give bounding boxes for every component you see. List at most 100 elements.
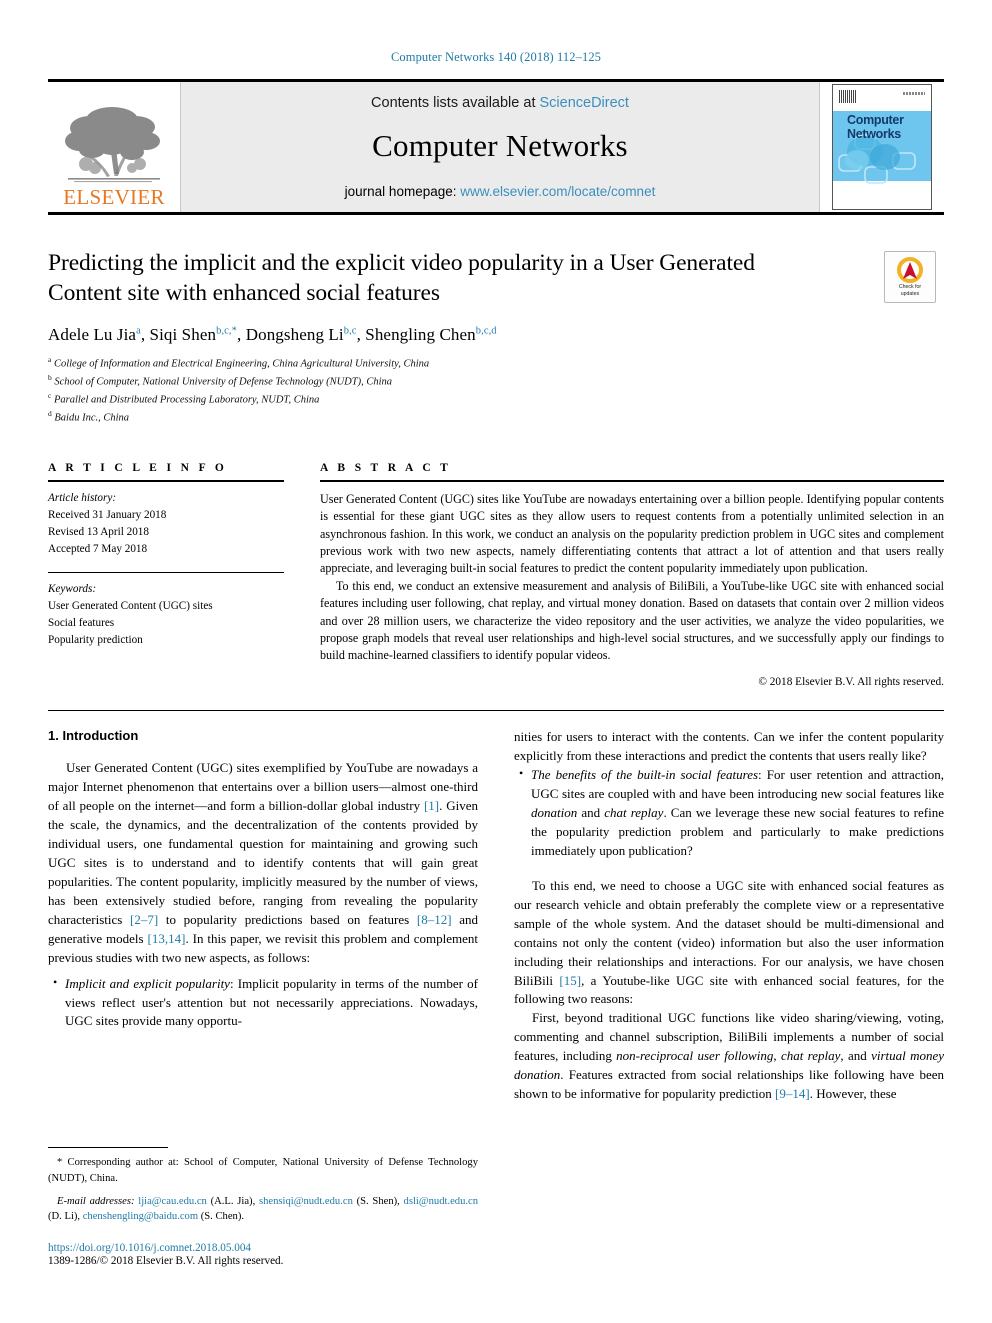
cover-barcode-icon (839, 90, 856, 103)
running-head: Computer Networks 140 (2018) 112–125 (390, 50, 602, 64)
issn-copyright-line: 1389-1286/© 2018 Elsevier B.V. All right… (48, 1255, 284, 1267)
citation-ref[interactable]: [13,14] (148, 931, 186, 946)
affiliation-item: d Baidu Inc., China (48, 408, 130, 424)
keyword-item: Popularity prediction (48, 633, 143, 646)
article-info-rule (48, 479, 284, 482)
cover-title-line1: Computer (847, 113, 904, 127)
crossmark-icon (897, 257, 923, 283)
email-footnote: E-mail addresses: ljia@cau.edu.cn (A.L. … (48, 1195, 479, 1223)
title-block: Predicting the implicit and the explicit… (48, 249, 944, 426)
citation-ref[interactable]: [1] (424, 798, 439, 813)
journal-band: Contents lists available at ScienceDirec… (180, 82, 820, 212)
intro-bullet-list-2: The benefits of the built-in social feat… (514, 765, 944, 861)
author-2: Dongsheng Lib,c (245, 324, 357, 344)
homepage-prefix: journal homepage: (344, 184, 461, 199)
keywords-block: Keywords: User Generated Content (UGC) s… (48, 581, 284, 649)
citation-ref[interactable]: [2–7] (130, 912, 158, 927)
affiliation-list: a College of Information and Electrical … (48, 354, 834, 426)
keywords-rule (48, 571, 284, 573)
abstract-paragraph: To this end, we conduct an extensive mea… (320, 578, 944, 663)
citation-ref[interactable]: [9–14] (775, 1086, 810, 1101)
affiliation-item: c Parallel and Distributed Processing La… (48, 390, 320, 406)
article-info-heading: A R T I C L E I N F O (48, 461, 228, 474)
info-abstract-section: A R T I C L E I N F O Article history: R… (48, 462, 944, 688)
masthead-bottom-rule (48, 212, 944, 215)
contents-available-line: Contents lists available at ScienceDirec… (371, 95, 629, 111)
citation-ref[interactable]: [8–12] (417, 912, 452, 927)
bullet-lead: The benefits of the built-in social feat… (531, 766, 759, 782)
journal-cover-thumbnail: Computer Networks (820, 82, 944, 212)
history-item: Revised 13 April 2018 (48, 525, 149, 538)
keyword-item: User Generated Content (UGC) sites (48, 599, 213, 612)
email-address[interactable]: shensiqi@nudt.edu.cn (259, 1196, 353, 1207)
author-0: Adele Lu Jiaa (48, 324, 141, 344)
author-list: Adele Lu Jiaa, Siqi Shenb,c,*, Dongsheng… (48, 324, 497, 344)
cover-title: Computer Networks (847, 113, 904, 142)
email-address[interactable]: chenshengling@baidu.com (83, 1211, 198, 1222)
footnote-rule (48, 1147, 168, 1149)
intro-paragraph-2: To this end, we need to choose a UGC sit… (514, 877, 945, 1007)
cover-title-line2: Networks (847, 126, 901, 141)
citation-ref[interactable]: [15] (559, 973, 581, 988)
bullet-lead: Implicit and explicit popularity (65, 975, 230, 991)
journal-homepage-line: journal homepage: www.elsevier.com/locat… (345, 184, 656, 199)
author-2-affil-mark: b,c (343, 325, 357, 337)
body-right-column: nities for users to interact with the co… (514, 728, 944, 1233)
cover-image: Computer Networks (832, 84, 932, 210)
affiliation-item: a College of Information and Electrical … (48, 354, 430, 370)
crossmark-label: Check for updates (898, 284, 922, 297)
intro-paragraph-1: User Generated Content (UGC) sites exemp… (48, 759, 478, 965)
intro-continuation: nities for users to interact with the co… (514, 728, 944, 763)
email-person: (A.L. Jia) (210, 1195, 253, 1207)
abstract-body: User Generated Content (UGC) sites like … (320, 491, 944, 665)
page-footer: https://doi.org/10.1016/j.comnet.2018.05… (48, 1242, 478, 1267)
email-address[interactable]: ljia@cau.edu.cn (138, 1196, 207, 1207)
abstract-paragraph: User Generated Content (UGC) sites like … (320, 491, 944, 576)
abstract-column: A B S T R A C T User Generated Content (… (320, 462, 944, 688)
list-item: The benefits of the built-in social feat… (519, 765, 944, 861)
crossmark-badge[interactable]: Check for updates (884, 251, 936, 303)
journal-masthead: ELSEVIER Contents lists available at Sci… (48, 79, 944, 212)
elsevier-logo: ELSEVIER (48, 82, 180, 212)
doi-link[interactable]: https://doi.org/10.1016/j.comnet.2018.05… (48, 1242, 478, 1254)
email-address[interactable]: dsli@nudt.edu.cn (404, 1196, 479, 1207)
affiliation-item: b School of Computer, National Universit… (48, 372, 393, 388)
journal-title: Computer Networks (372, 128, 628, 163)
history-item: Accepted 7 May 2018 (48, 542, 148, 555)
keywords-label: Keywords: (48, 582, 97, 595)
author-1-affil-mark: b,c,* (216, 325, 238, 337)
paper-page: Computer Networks 140 (2018) 112–125 ELS… (0, 0, 992, 1323)
author-3-affil-mark: b,c,d (475, 325, 497, 337)
elsevier-tree-icon (65, 107, 160, 183)
corresponding-author-footnote: * Corresponding author at: School of Com… (48, 1157, 478, 1184)
journal-homepage-link[interactable]: www.elsevier.com/locate/comnet (460, 184, 655, 199)
article-history: Article history: Received 31 January 201… (48, 490, 284, 558)
email-label: E-mail addresses: (57, 1195, 135, 1207)
sciencedirect-link[interactable]: ScienceDirect (540, 95, 629, 111)
page-title: Predicting the implicit and the explicit… (48, 250, 755, 306)
body-columns: 1. Introduction User Generated Content (… (48, 728, 944, 1233)
footnote-block: * Corresponding author at: School of Com… (48, 1147, 478, 1233)
article-history-label: Article history: (48, 491, 117, 504)
elsevier-wordmark: ELSEVIER (63, 185, 165, 209)
body-left-column: 1. Introduction User Generated Content (… (48, 728, 478, 1233)
email-person: (S. Chen) (200, 1211, 242, 1223)
email-person: (D. Li) (48, 1211, 78, 1223)
abstract-copyright: © 2018 Elsevier B.V. All rights reserved… (758, 675, 944, 688)
cover-tiny-text (903, 92, 925, 95)
contents-prefix: Contents lists available at (371, 95, 540, 111)
intro-bullet-list: Implicit and explicit popularity: Implic… (48, 974, 478, 1032)
history-item: Received 31 January 2018 (48, 508, 167, 521)
author-1: Siqi Shenb,c,* (149, 324, 238, 344)
intro-paragraph-3: First, beyond traditional UGC functions … (514, 1010, 945, 1102)
author-0-affil-mark: a (136, 325, 141, 337)
email-person: (S. Shen) (356, 1195, 398, 1207)
keyword-item: Social features (48, 616, 115, 629)
list-item: Implicit and explicit popularity: Implic… (53, 974, 478, 1032)
article-info-column: A R T I C L E I N F O Article history: R… (48, 462, 284, 688)
author-3: Shengling Chenb,c,d (365, 324, 497, 344)
body-top-rule (48, 709, 944, 711)
section-heading-introduction: 1. Introduction (48, 727, 139, 743)
abstract-rule (320, 479, 944, 482)
abstract-heading: A B S T R A C T (320, 461, 452, 474)
